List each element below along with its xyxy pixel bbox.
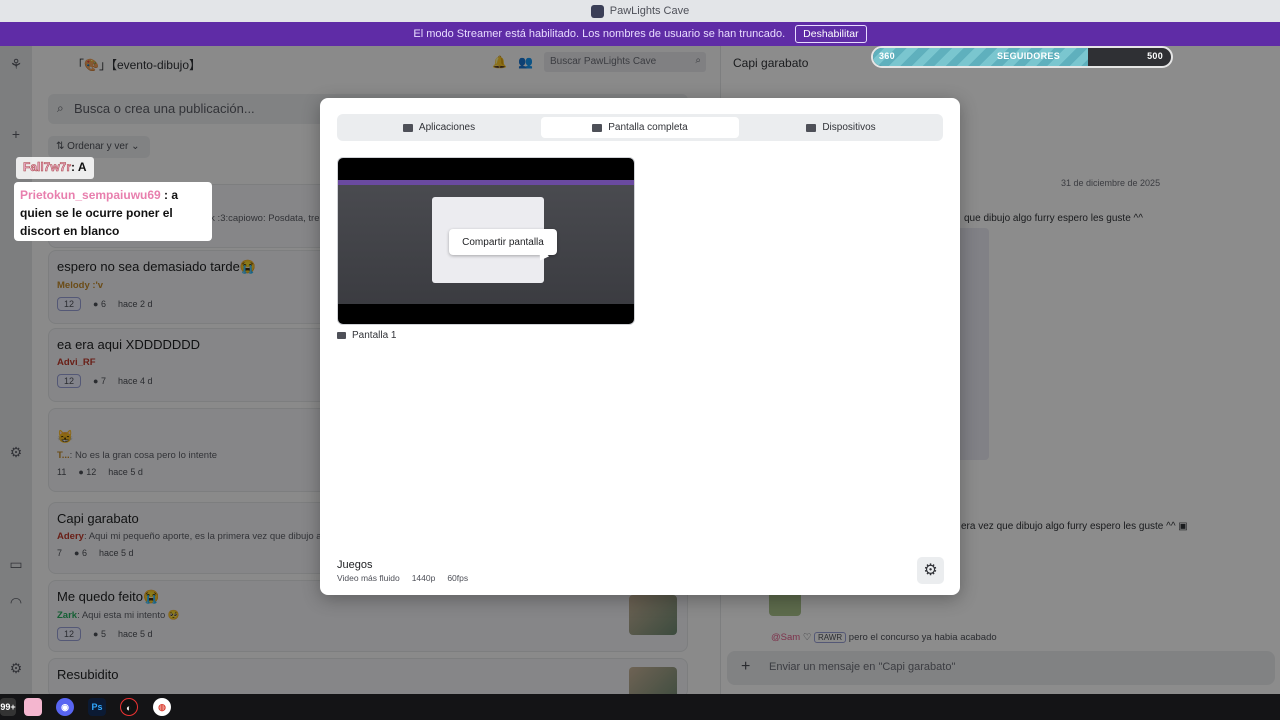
window-icon — [402, 123, 413, 132]
followers-label: SEGUIDORES — [997, 51, 1061, 61]
chrome-icon[interactable]: ◍ — [153, 698, 171, 716]
title-bar: PawLights Cave — [0, 0, 1280, 22]
notification-badge[interactable]: 99+ — [0, 698, 16, 716]
camera-icon — [806, 123, 817, 132]
stream-chat-notice: Fall7w7r: A — [16, 157, 94, 179]
screen-label: Pantalla 1 — [337, 330, 396, 341]
games-section-title: Juegos — [337, 559, 373, 571]
followers-progress-bar: 360 SEGUIDORES 500 — [871, 46, 1173, 68]
followers-current: 360 — [879, 51, 895, 61]
followers-goal: 500 — [1147, 51, 1163, 61]
tab-applications[interactable]: Aplicaciones — [340, 117, 538, 138]
screen-share-modal: Aplicaciones Pantalla completa Dispositi… — [320, 98, 960, 595]
banner-text: El modo Streamer está habilitado. Los no… — [413, 28, 786, 40]
pink-app-icon[interactable] — [24, 698, 42, 716]
monitor-icon — [592, 123, 603, 132]
photoshop-icon[interactable]: Ps — [88, 698, 106, 716]
recording-app-icon[interactable]: ◐ — [120, 698, 138, 716]
source-tabs: Aplicaciones Pantalla completa Dispositi… — [337, 114, 943, 141]
screen-preview-tile[interactable]: Compartir pantalla — [337, 157, 635, 325]
streamer-mode-banner: El modo Streamer está habilitado. Los no… — [0, 22, 1280, 46]
stream-settings-gear-icon[interactable]: ⚙ — [917, 557, 944, 584]
stream-chat-notice: Prietokun_sempaiuwu69 : a quien se le oc… — [14, 182, 212, 241]
stream-quality-info: Video más fluido 1440p 60fps — [337, 573, 469, 583]
window-title: PawLights Cave — [609, 5, 690, 17]
server-logo-icon — [590, 4, 604, 18]
taskbar: 99+ ◉ Ps ◐ ◍ — [0, 694, 1280, 720]
monitor-icon — [337, 332, 346, 339]
discord-icon[interactable]: ◉ — [56, 698, 74, 716]
tab-devices[interactable]: Dispositivos — [742, 117, 940, 138]
tab-full-screen[interactable]: Pantalla completa — [541, 117, 739, 138]
disable-streamer-button[interactable]: Deshabilitar — [795, 25, 867, 43]
